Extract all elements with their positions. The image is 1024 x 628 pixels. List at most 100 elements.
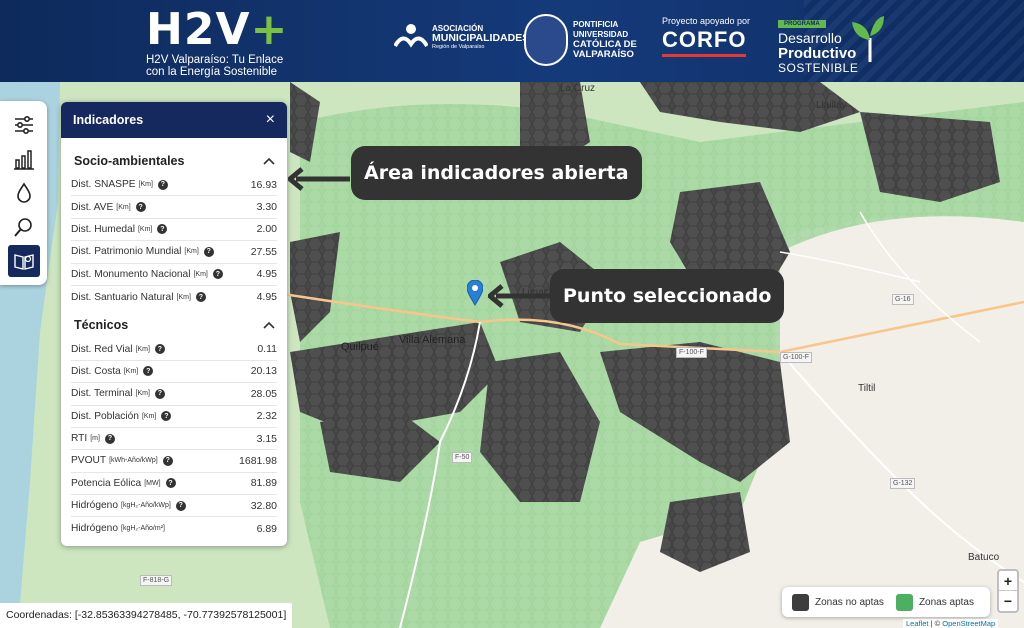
legend-suitable: Zonas aptas [918,596,974,608]
indicator-label: Dist. Red Vial [71,343,133,355]
indicator-unit: [Km] [123,367,139,375]
corfo-tagline: Proyecto apoyado por [662,16,751,26]
indicator-unit: [Km] [193,270,208,278]
indicator-unit: [Km] [184,248,199,256]
indicator-unit: [kWh-Año/kWp] [109,457,158,465]
indicator-label: Dist. Humedal [71,223,135,235]
asociacion-line3: Región de Valparaíso [432,44,485,50]
indicator-value: 2.00 [256,223,277,236]
indicator-value: 32.80 [250,499,277,512]
leaflet-link[interactable]: Leaflet [906,619,929,628]
info-icon[interactable]: ? [157,179,168,190]
map-label-llaillay: Llaillay [816,100,847,111]
indicator-value: 3.15 [256,432,277,445]
indicator-unit: [Km] [141,412,157,420]
map-label-tiltil: Tiltil [858,383,876,394]
info-icon[interactable]: ? [104,433,115,444]
info-icon[interactable]: ? [203,246,214,257]
callout-indicators-open: Área indicadores abierta [351,146,642,200]
indicator-value: 3.30 [256,201,277,214]
info-icon[interactable]: ? [143,366,154,377]
section-socio-ambientales[interactable]: Socio-ambientales [61,148,287,174]
corfo-logo: Proyecto apoyado por CORFO [662,16,750,57]
asociacion-line2: MUNICIPALIDADES [432,32,530,44]
map-label-quilpue: Quilpué [341,341,379,353]
info-icon[interactable]: ? [161,411,172,422]
indicator-unit: [Km] [135,390,150,398]
indicator-unit: [kgH₂-Año/kWp] [121,502,171,510]
osm-link[interactable]: OpenStreetMap [942,619,995,628]
indicator-row: Dist. SNASPE [Km]? 16.93 [71,174,277,197]
brand-subtitle-1: H2V Valparaíso: Tu Enlace [146,54,284,66]
pucv-seal-icon [524,14,568,66]
zoom-control: + − [997,569,1019,613]
corfo-underline [662,54,746,57]
section-tecnicos[interactable]: Técnicos [61,312,287,338]
indicator-value: 0.11 [257,343,277,356]
chevron-up-icon [263,157,275,165]
indicator-value: 20.13 [250,365,277,378]
book-icon [14,254,34,270]
info-icon[interactable]: ? [175,500,186,511]
indicator-row: Dist. AVE [Km]? 3.30 [71,196,277,219]
indicator-value: 16.93 [250,178,277,191]
tecnicos-rows: Dist. Red Vial [Km]? 0.11 Dist. Costa [Km]?… [61,338,287,540]
map-marker-icon[interactable] [467,280,483,306]
sprout-icon [852,16,884,62]
indicator-label: Dist. SNASPE [71,179,136,191]
indicator-row: RTI [m]? 3.15 [71,428,277,451]
pucv-logo: PONTIFICIA UNIVERSIDAD CATÓLICA DE VALPA… [524,14,637,66]
water-button[interactable] [8,177,40,209]
zoom-in-button[interactable]: + [999,571,1017,591]
brand-logo: H2V+ [146,8,288,52]
indicator-value: 4.95 [256,291,277,304]
info-icon[interactable]: ? [157,224,168,235]
indicator-value: 28.05 [250,387,277,400]
zoom-out-button[interactable]: − [999,591,1017,611]
callout-selected-point: Punto seleccionado [550,269,785,323]
indicator-value: 6.89 [256,522,277,535]
socio-rows: Dist. SNASPE [Km]? 16.93 Dist. AVE [Km]? 3.3… [61,174,287,308]
indicator-row: Dist. Población [Km]? 2.32 [71,406,277,428]
indicator-unit: [Km] [138,181,153,189]
info-icon[interactable]: ? [135,202,146,213]
indicator-label: Dist. Costa [71,365,121,377]
indicator-row: Dist. Costa [Km]? 20.13 [71,361,277,384]
programa-tag: PROGRAMA [778,20,826,28]
side-toolbar [0,101,47,285]
search-button[interactable] [8,211,40,243]
info-icon[interactable]: ? [154,388,165,399]
info-icon[interactable]: ? [212,269,223,280]
brand[interactable]: H2V+ H2V Valparaíso: Tu Enlace con la En… [146,8,288,79]
section-title: Socio-ambientales [74,154,185,168]
asociacion-wave-icon [394,24,428,48]
road-tag-f818: F-818-G [140,575,173,586]
corfo-name: CORFO [662,27,747,52]
header-bar: H2V+ H2V Valparaíso: Tu Enlace con la En… [0,0,1024,82]
info-icon[interactable]: ? [162,455,173,466]
road-tag-g16: G-16 [892,294,914,305]
indicator-label: Dist. Población [71,410,139,422]
indicator-label: PVOUT [71,455,107,467]
road-tag-f50: F-50 [452,452,473,463]
legend-swatch-not-suitable [792,593,809,611]
panel-header: Indicadores × [61,102,287,138]
indicator-unit: [m] [90,435,100,443]
close-icon[interactable]: × [266,112,275,128]
indicators-book-button[interactable] [8,245,40,277]
indicator-row: Dist. Red Vial [Km]? 0.11 [71,338,277,361]
filters-button[interactable] [8,109,40,141]
bar-chart-icon [14,150,34,170]
indicators-panel: Indicadores × Socio-ambientales Dist. SN… [61,102,287,546]
indicator-value: 4.95 [256,268,277,281]
indicator-label: Hidrógeno [71,500,119,512]
legend-swatch-suitable [895,593,913,611]
legend-not-suitable: Zonas no aptas [815,596,884,608]
indicator-unit: [kgH₂-Año/m²] [121,525,165,533]
indicator-unit: [MW] [144,479,161,487]
info-icon[interactable]: ? [154,344,165,355]
info-icon[interactable]: ? [165,478,176,489]
chart-button[interactable] [8,143,40,175]
info-icon[interactable]: ? [195,292,206,303]
indicator-label: Dist. Patrimonio Mundial [71,246,182,258]
